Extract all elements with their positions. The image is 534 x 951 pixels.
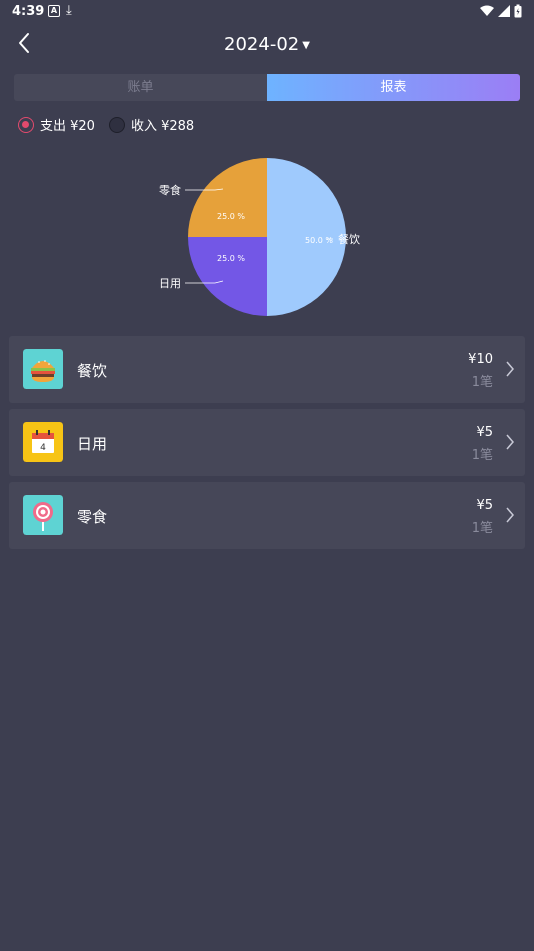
pie-pct-label-2: 25.0 % xyxy=(217,212,245,221)
tab-bill[interactable]: 账单 xyxy=(14,74,267,101)
pie-slice-1 xyxy=(188,237,267,316)
category-list: 餐饮 ¥10 1笔 4 日用 ¥5 1笔 零食 ¥5 1笔 xyxy=(9,336,525,555)
pie-pct-label-0: 50.0 % xyxy=(305,236,333,245)
item-count: 1笔 xyxy=(471,521,493,536)
chevron-right-icon xyxy=(506,361,514,377)
item-amount: ¥5 xyxy=(476,425,493,440)
list-item[interactable]: 零食 ¥5 1笔 xyxy=(9,482,525,549)
radio-expense[interactable]: 支出 ¥20 xyxy=(18,115,95,134)
pie-pct-label-1: 25.0 % xyxy=(217,254,245,263)
signal-icon xyxy=(498,5,510,17)
wifi-icon xyxy=(480,5,494,16)
item-amount: ¥10 xyxy=(468,352,493,367)
header: 2024-02 ▼ xyxy=(0,28,534,64)
month-selector[interactable]: 2024-02 ▼ xyxy=(0,34,534,55)
pie-category-label-2: 零食 xyxy=(159,183,181,197)
expense-label: 支出 ¥20 xyxy=(40,119,95,134)
radio-unselected-icon xyxy=(108,116,125,133)
view-tabs: 账单 报表 xyxy=(14,74,520,101)
calendar-icon: 4 xyxy=(23,422,63,462)
battery-icon xyxy=(514,4,522,18)
chevron-right-icon xyxy=(506,507,514,523)
list-item[interactable]: 餐饮 ¥10 1笔 xyxy=(9,336,525,403)
item-name: 日用 xyxy=(77,435,108,453)
radio-selected-icon xyxy=(18,116,34,133)
caret-down-icon: ▼ xyxy=(302,39,310,51)
status-icons xyxy=(480,4,522,18)
pie-category-label-0: 餐饮 xyxy=(338,232,360,246)
svg-text:4: 4 xyxy=(40,443,46,453)
item-amount: ¥5 xyxy=(476,498,493,513)
pie-slice-2 xyxy=(188,158,267,237)
chevron-right-icon xyxy=(506,434,514,450)
list-item[interactable]: 4 日用 ¥5 1笔 xyxy=(9,409,525,476)
radio-income[interactable]: 收入 ¥288 xyxy=(108,115,195,134)
item-name: 零食 xyxy=(77,508,108,526)
status-time: 4:39 xyxy=(12,4,45,19)
a-badge-icon: A xyxy=(48,5,60,17)
burger-icon xyxy=(23,349,63,389)
pie-chart: 50.0 % 餐饮 25.0 % 日用 25.0 % 零食 xyxy=(159,158,360,316)
item-count: 1笔 xyxy=(471,448,493,463)
lollipop-icon xyxy=(23,495,63,535)
month-label: 2024-02 xyxy=(224,34,300,55)
download-icon: ⤓ xyxy=(66,3,72,18)
item-count: 1笔 xyxy=(471,375,493,390)
item-name: 餐饮 xyxy=(77,362,108,380)
type-toggle: 支出 ¥20 收入 ¥288 xyxy=(18,115,208,134)
tab-report[interactable]: 报表 xyxy=(267,74,520,101)
income-label: 收入 ¥288 xyxy=(130,119,195,134)
status-bar: 4:39 A ⤓ xyxy=(0,0,534,24)
pie-category-label-1: 日用 xyxy=(159,277,181,290)
